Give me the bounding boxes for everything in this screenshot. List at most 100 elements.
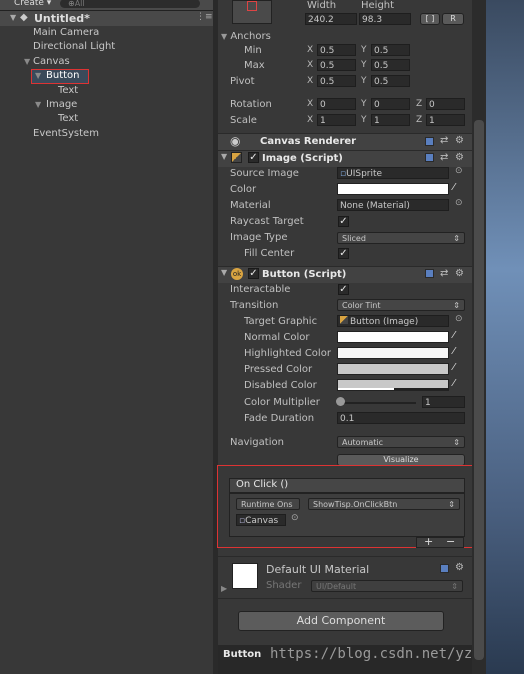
add-listener-button[interactable]: + [424,535,433,548]
anchors-foldout[interactable]: ▼ Anchors [221,31,271,42]
rotation-x-field[interactable]: 0 [317,98,356,110]
color-multiplier-field[interactable]: 1 [422,396,465,408]
scene-menu-icon[interactable]: ⋮≡ [196,12,213,22]
scale-z-field[interactable]: 1 [426,114,465,126]
object-picker-icon[interactable]: ⊙ [455,166,463,176]
eyedropper-icon[interactable]: ⁄ [453,378,455,389]
image-enabled-checkbox[interactable]: ✓ [248,152,259,163]
transition-dropdown[interactable]: Color Tint ⇕ [337,299,465,311]
foldout-arrow-icon[interactable]: ▼ [221,268,227,277]
object-picker-icon[interactable]: ⊙ [291,513,299,523]
object-picker-icon[interactable]: ⊙ [455,198,463,208]
rotation-y-field[interactable]: 0 [371,98,410,110]
scrollbar-thumb[interactable] [474,120,484,660]
source-image-field[interactable]: ▫UISprite [337,167,449,179]
anchor-min-y-field[interactable]: 0.5 [371,44,410,56]
raycast-target-checkbox[interactable]: ✓ [338,216,349,227]
hierarchy-item-directional-light[interactable]: Directional Light [0,40,213,54]
remove-listener-button[interactable]: − [446,535,455,548]
hierarchy-item-button-text[interactable]: Text [0,84,213,98]
preset-icon[interactable]: ⇄ [440,135,448,146]
hierarchy-item-main-camera[interactable]: Main Camera [0,26,213,40]
source-image-label: Source Image [230,168,299,179]
image-type-label: Image Type [230,232,288,243]
hierarchy-search-input[interactable]: ⊕All [60,0,200,8]
hierarchy-item-eventsystem[interactable]: EventSystem [0,127,213,141]
function-dropdown[interactable]: ShowTisp.OnClickBtn ⇕ [308,498,460,510]
dropdown-arrows-icon: ⇕ [448,500,455,509]
call-state-dropdown[interactable]: Runtime Ons [236,498,300,510]
gear-icon[interactable]: ⚙ [455,562,464,573]
foldout-arrow-icon[interactable]: ▶ [221,584,227,593]
eyedropper-icon[interactable]: ⁄ [453,330,455,341]
preset-icon[interactable]: ⇄ [440,268,448,279]
interactable-label: Interactable [230,284,291,295]
help-book-icon[interactable] [440,564,449,573]
button-foldout-icon[interactable]: ▼ [35,69,45,83]
material-label: Material [230,200,271,211]
color-multiplier-slider-track[interactable] [340,402,416,404]
anchor-presets-button[interactable] [232,0,272,24]
eyedropper-icon[interactable]: ⁄ [453,362,455,373]
width-field[interactable]: 240.2 [305,13,357,25]
canvas-foldout-icon[interactable]: ▼ [24,55,34,69]
gear-icon[interactable]: ⚙ [455,268,464,279]
pivot-x-field[interactable]: 0.5 [317,75,356,87]
preset-icon[interactable]: ⇄ [440,152,448,163]
rotation-z-field[interactable]: 0 [426,98,465,110]
scale-y-field[interactable]: 1 [371,114,410,126]
hierarchy-item-image[interactable]: Image [0,98,213,112]
pivot-y-field[interactable]: 0.5 [371,75,410,87]
target-object-field[interactable]: ▫Canvas [236,514,286,526]
interactable-checkbox[interactable]: ✓ [338,284,349,295]
fill-center-checkbox[interactable]: ✓ [338,248,349,259]
eyedropper-icon[interactable]: ⁄ [453,346,455,357]
image-component-icon [231,152,242,163]
blueprint-mode-button[interactable]: [ ] [420,13,440,25]
pressed-color-field[interactable] [337,363,449,375]
button-enabled-checkbox[interactable]: ✓ [248,268,259,279]
navigation-dropdown[interactable]: Automatic ⇕ [337,436,465,448]
height-label: Height [361,0,395,11]
material-field[interactable]: None (Material) [337,199,449,211]
unity-scene-icon: ◆ [20,12,28,23]
target-graphic-field[interactable]: Button (Image) [337,315,449,327]
object-picker-icon[interactable]: ⊙ [455,314,463,324]
add-component-button[interactable]: Add Component [238,611,444,631]
scene-foldout-icon[interactable]: ▼ [10,13,16,22]
help-book-icon[interactable] [425,153,434,162]
eyedropper-icon[interactable]: ⁄ [453,182,455,193]
gear-icon[interactable]: ⚙ [455,152,464,163]
source-image-value: UISprite [346,169,383,179]
material-name: Default UI Material [266,563,370,576]
foldout-arrow-icon[interactable]: ▼ [221,152,227,161]
y-label: Y [361,60,367,70]
shader-dropdown[interactable]: UI/Default ⇕ [311,580,463,592]
create-menu-button[interactable]: Create ▾ [14,0,51,8]
help-book-icon[interactable] [425,269,434,278]
image-type-dropdown[interactable]: Sliced ⇕ [337,232,465,244]
shader-value: UI/Default [316,582,357,591]
x-label: X [307,45,314,55]
help-book-icon[interactable] [425,137,434,146]
normal-color-field[interactable] [337,331,449,343]
scale-x-field[interactable]: 1 [317,114,356,126]
hierarchy-item-image-text[interactable]: Text [0,112,213,126]
anchors-label: Anchors [230,31,271,42]
dropdown-arrows-icon: ⇕ [453,438,460,447]
z-label: Z [416,99,423,109]
color-multiplier-slider-thumb[interactable] [336,397,345,406]
color-field[interactable] [337,183,449,195]
y-label: Y [361,99,367,109]
raw-edit-button[interactable]: R [442,13,464,25]
scene-header-row[interactable] [0,11,213,26]
anchor-max-y-field[interactable]: 0.5 [371,59,410,71]
fade-duration-field[interactable]: 0.1 [337,412,465,424]
height-field[interactable]: 98.3 [359,13,411,25]
disabled-color-field[interactable] [337,379,449,391]
highlighted-color-field[interactable] [337,347,449,359]
anchor-max-x-field[interactable]: 0.5 [317,59,356,71]
image-foldout-icon[interactable]: ▼ [35,98,45,112]
anchor-min-x-field[interactable]: 0.5 [317,44,356,56]
gear-icon[interactable]: ⚙ [455,135,464,146]
